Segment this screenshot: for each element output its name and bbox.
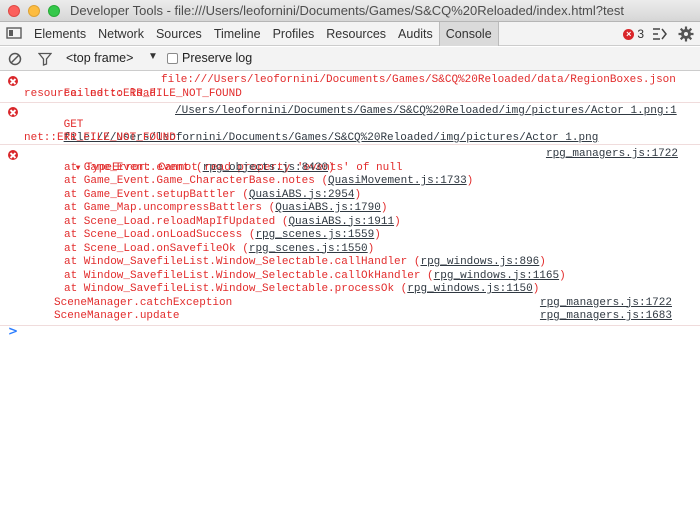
stack-trace-text: at Scene_Load.reloadMapIfUpdated (	[64, 215, 289, 228]
call-frame-line: SceneManager.catchException rpg_managers.…	[0, 297, 700, 311]
stack-trace-line: at Scene_Load.onLoadSuccess (rpg_scenes.…	[0, 229, 700, 243]
show-drawer-icon[interactable]	[652, 27, 668, 41]
stack-trace-text: at Window_SavefileList.Window_Selectable…	[64, 256, 421, 268]
stack-trace-text: )	[532, 283, 540, 295]
console-message-typeerror: ▼ TypeError: Cannot read property 'events…	[0, 145, 700, 326]
stack-trace-text: )	[559, 269, 566, 282]
stack-trace-text: )	[367, 242, 375, 255]
preserve-log-label[interactable]: Preserve log	[182, 51, 252, 65]
stack-trace-link[interactable]: QuasiABS.js:1790	[275, 202, 381, 214]
minimize-window-button[interactable]	[28, 5, 40, 17]
stack-trace-line: at Scene_Load.reloadMapIfUpdated (QuasiA…	[0, 216, 700, 230]
stack-trace-line: at Window_SavefileList.Window_Selectable…	[0, 270, 700, 284]
call-frame-source-link[interactable]: rpg_managers.js:1683	[540, 310, 672, 324]
stack-trace-link[interactable]: rpg_windows.js:896	[420, 256, 539, 268]
call-frame-line: SceneManager.update rpg_managers.js:1683	[0, 310, 700, 324]
stack-trace-link[interactable]: rpg_objects.js:8430	[203, 162, 328, 174]
panel-tabs: Elements Network Sources Timeline Profil…	[28, 22, 499, 46]
clear-console-icon[interactable]	[8, 52, 22, 66]
tab-profiles[interactable]: Profiles	[267, 22, 321, 46]
stack-trace-line: at Game_Event.Game_CharacterBase.notes (…	[0, 175, 700, 189]
tab-elements[interactable]: Elements	[28, 22, 92, 46]
stack-trace-text: at Scene_Load.onSavefileOk (	[64, 242, 249, 255]
zoom-window-button[interactable]	[48, 5, 60, 17]
error-count-badge[interactable]: × 3	[623, 27, 644, 41]
stack-trace-text: )	[380, 202, 388, 214]
devtools-tabbar: Elements Network Sources Timeline Profil…	[0, 22, 700, 46]
tab-network[interactable]: Network	[92, 22, 150, 46]
stack-trace-text: )	[354, 188, 362, 201]
stack-trace-link[interactable]: rpg_scenes.js:1559	[255, 229, 374, 241]
call-frame-name: SceneManager.update	[54, 310, 180, 322]
stack-trace-text: )	[466, 175, 474, 187]
stack-trace-line: at Window_SavefileList.Window_Selectable…	[0, 256, 700, 270]
tab-sources[interactable]: Sources	[150, 22, 208, 46]
stack-trace-line: at Game_Event.event (rpg_objects.js:8430…	[0, 162, 700, 176]
stack-trace-text: at Scene_Load.onLoadSuccess (	[64, 229, 256, 241]
console-message-get: GET /Users/leofornini/Documents/Games/S&…	[0, 103, 700, 145]
preserve-log-checkbox[interactable]	[167, 53, 178, 64]
stack-trace-text: at Game_Event.Game_CharacterBase.notes (	[64, 175, 329, 187]
stack-trace-text: )	[328, 161, 335, 174]
stack-trace-text: at Window_SavefileList.Window_Selectable…	[64, 269, 434, 282]
tab-timeline[interactable]: Timeline	[208, 22, 267, 46]
device-mode-icon[interactable]	[6, 27, 24, 41]
stack-trace-text: at Game_Event.setupBattler (	[64, 188, 249, 201]
message-source-link[interactable]: rpg_managers.js:1722	[546, 148, 678, 162]
message-text: net::ERR_FILE_NOT_FOUND	[24, 132, 176, 144]
stack-trace-link[interactable]: QuasiABS.js:1911	[288, 216, 394, 228]
message-url: file:///Users/leofornini/Documents/Games…	[161, 74, 676, 86]
settings-gear-icon[interactable]	[678, 26, 694, 42]
stack-trace-line: at Window_SavefileList.Window_Selectable…	[0, 283, 700, 297]
stack-trace-text: at Game_Event.event (	[64, 161, 203, 174]
stack-trace-text: )	[394, 215, 401, 228]
error-icon: ×	[623, 28, 635, 40]
stack-trace-link[interactable]: QuasiMovement.js:1733	[328, 175, 467, 187]
filter-icon[interactable]	[38, 52, 52, 66]
tab-console[interactable]: Console	[438, 22, 499, 46]
stack-trace-line: at Scene_Load.onSavefileOk (rpg_scenes.j…	[0, 243, 700, 257]
tab-resources[interactable]: Resources	[320, 22, 392, 46]
stack-trace-link[interactable]: rpg_scenes.js:1550	[249, 243, 368, 255]
window-title: Developer Tools - file:///Users/leoforni…	[70, 3, 624, 18]
stack-trace-line: at Game_Event.setupBattler (QuasiABS.js:…	[0, 189, 700, 203]
stack-trace-link[interactable]: QuasiABS.js:2954	[249, 189, 355, 201]
message-source-link[interactable]: /Users/leofornini/Documents/Games/S&CQ%2…	[175, 105, 677, 119]
console-message-failed-load: Failed to load file:///Users/leofornini/…	[0, 72, 700, 103]
stack-trace-link[interactable]: rpg_windows.js:1150	[407, 283, 532, 295]
stack-trace-text: )	[374, 229, 381, 241]
stack-trace-text: at Window_SavefileList.Window_Selectable…	[64, 283, 408, 295]
stack-trace-line: at Game_Map.uncompressBattlers (QuasiABS…	[0, 202, 700, 216]
tab-audits[interactable]: Audits	[392, 22, 439, 46]
frame-select[interactable]: <top frame>	[66, 51, 133, 65]
close-window-button[interactable]	[8, 5, 20, 17]
console-messages: Failed to load file:///Users/leofornini/…	[0, 72, 700, 338]
console-prompt-icon[interactable]: >	[8, 324, 18, 338]
frame-select-arrow-icon[interactable]: ▼	[148, 51, 158, 62]
error-count: 3	[637, 27, 644, 41]
console-toolbar: <top frame> ▼ Preserve log	[0, 47, 700, 71]
stack-trace-text: )	[539, 256, 546, 268]
stack-trace-link[interactable]: rpg_windows.js:1165	[434, 270, 559, 282]
stack-trace-text: at Game_Map.uncompressBattlers (	[64, 202, 276, 214]
call-frame-source-link[interactable]: rpg_managers.js:1722	[540, 297, 672, 311]
window-titlebar: Developer Tools - file:///Users/leoforni…	[0, 0, 700, 22]
call-frame-name: SceneManager.catchException	[54, 296, 233, 309]
message-text: resource: net::ERR_FILE_NOT_FOUND	[24, 87, 242, 100]
